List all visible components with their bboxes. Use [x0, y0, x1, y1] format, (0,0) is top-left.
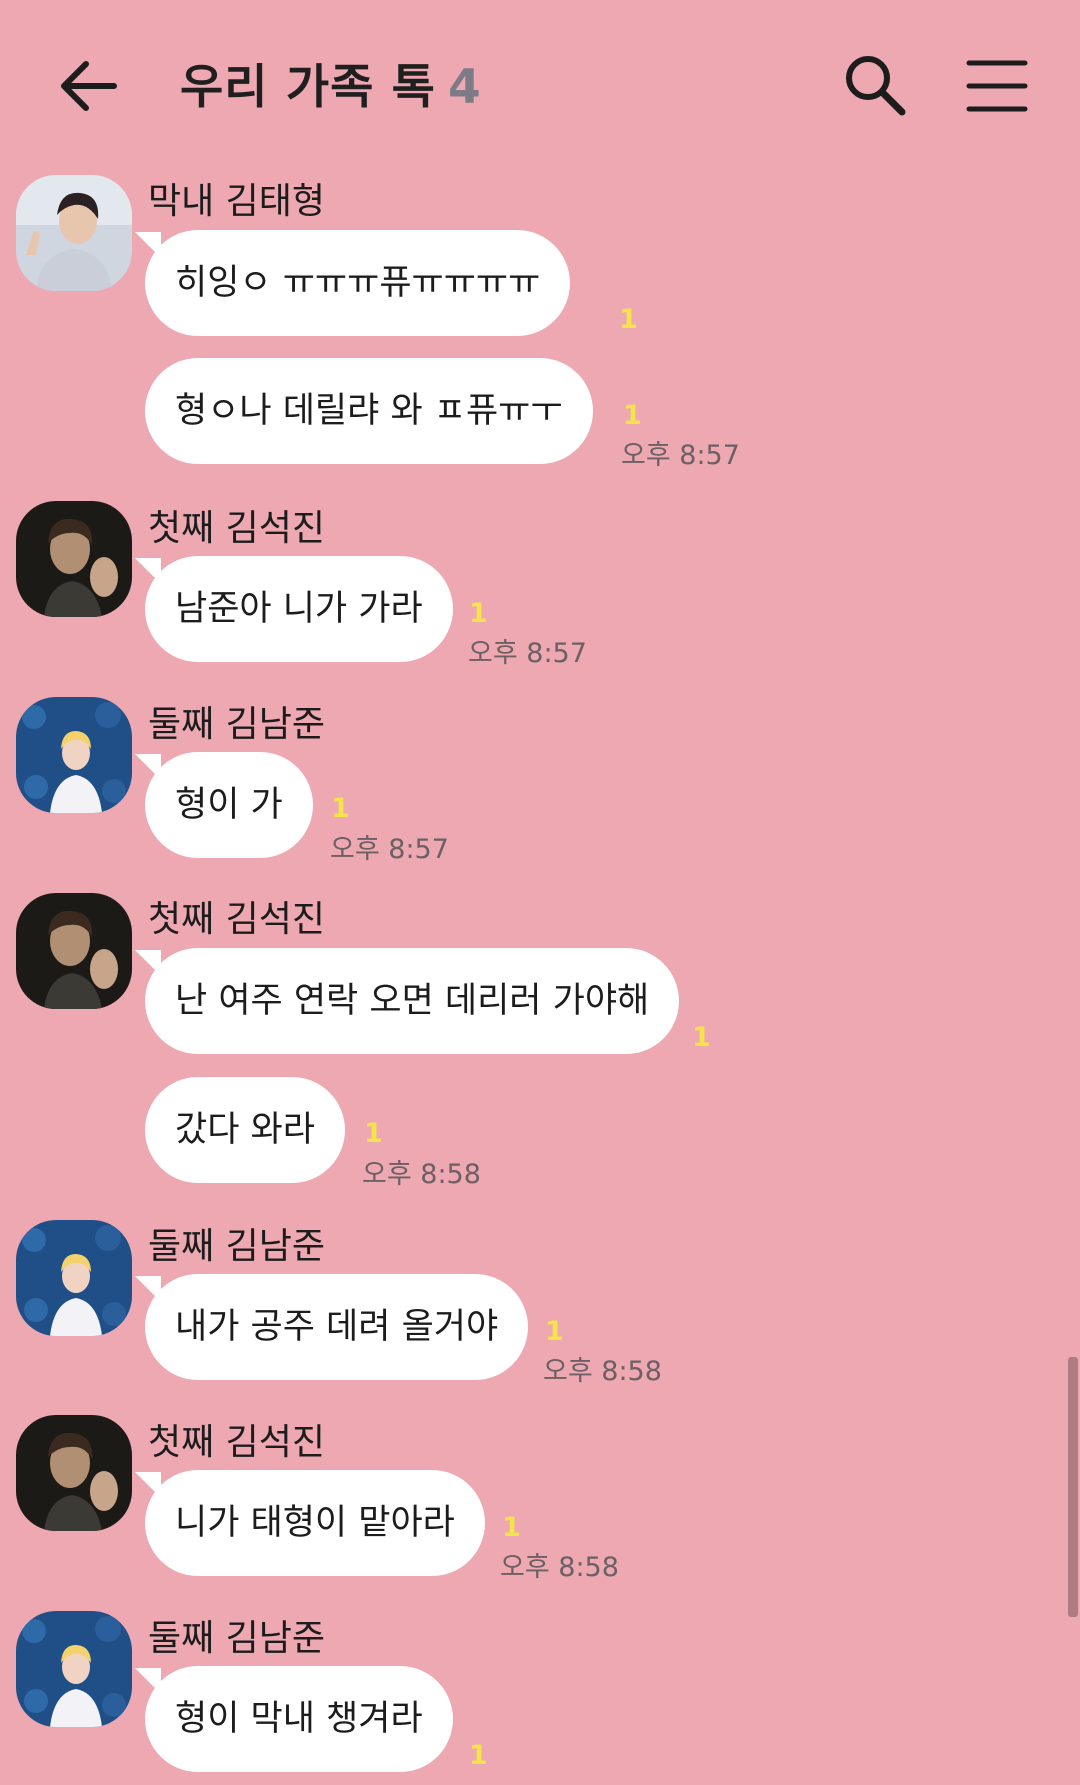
message-bubble[interactable]: 난 여주 연락 오면 데리러 가야해	[134, 948, 680, 1054]
message-time: 오후 8:58	[362, 1159, 481, 1190]
sender-name: 둘째 김남준	[148, 704, 326, 745]
message-bubble[interactable]: 형ㅇ나 데릴랴 와 ㅍ퓨ㅠㅜ	[145, 358, 593, 464]
menu-button[interactable]	[966, 58, 1028, 114]
search-icon	[846, 56, 906, 116]
avatar[interactable]	[16, 501, 132, 617]
avatar[interactable]	[16, 175, 132, 291]
unread-count: 1	[502, 1512, 521, 1543]
message-bubble[interactable]: 형이 가	[135, 752, 313, 858]
sender-name: 첫째 김석진	[148, 899, 326, 940]
sender-name: 둘째 김남준	[148, 1226, 326, 1267]
unread-count: 1	[619, 304, 638, 335]
unread-count: 1	[469, 1740, 488, 1771]
avatar[interactable]	[16, 893, 132, 1009]
hamburger-menu-icon	[966, 60, 1028, 112]
chat-header: 우리 가족 톡4	[0, 0, 1080, 170]
message-bubble[interactable]: 남준아 니가 가라	[135, 556, 453, 662]
unread-count: 1	[692, 1022, 711, 1053]
message-bubble[interactable]: 니가 태형이 맡아라	[135, 1470, 485, 1576]
message-time: 오후 8:58	[500, 1552, 619, 1583]
sender-name: 둘째 김남준	[148, 1618, 326, 1659]
message-bubble[interactable]: 내가 공주 데려 올거야	[134, 1274, 529, 1380]
scrollbar[interactable]	[1068, 1357, 1078, 1617]
message-time: 오후 8:57	[330, 834, 449, 865]
avatar[interactable]	[16, 1220, 132, 1336]
chat-room-name: 우리 가족 톡	[180, 60, 436, 115]
message-time: 오후 8:58	[543, 1356, 662, 1387]
search-button[interactable]	[842, 52, 908, 118]
arrow-left-icon	[61, 61, 117, 111]
sender-name: 첫째 김석진	[148, 1422, 326, 1463]
message-bubble[interactable]: 형이 막내 챙겨라	[135, 1666, 453, 1772]
member-count: 4	[447, 60, 482, 115]
sender-name: 첫째 김석진	[148, 508, 326, 549]
message-time: 오후 8:57	[621, 440, 740, 471]
back-button[interactable]	[56, 54, 120, 118]
message-bubble[interactable]: 히잉ㅇ ㅠㅠㅠ퓨ㅠㅠㅠㅠ	[134, 230, 571, 336]
avatar[interactable]	[16, 1611, 132, 1727]
avatar[interactable]	[16, 1415, 132, 1531]
unread-count: 1	[364, 1118, 383, 1149]
sender-name: 막내 김태형	[148, 181, 326, 222]
message-bubble[interactable]: 갔다 와라	[145, 1077, 345, 1183]
unread-count: 1	[545, 1316, 564, 1347]
chat-title: 우리 가족 톡4	[180, 48, 482, 117]
unread-count: 1	[469, 598, 488, 629]
message-time: 오후 8:57	[468, 638, 587, 669]
unread-count: 1	[623, 400, 642, 431]
unread-count: 1	[331, 793, 350, 824]
avatar[interactable]	[16, 697, 132, 813]
